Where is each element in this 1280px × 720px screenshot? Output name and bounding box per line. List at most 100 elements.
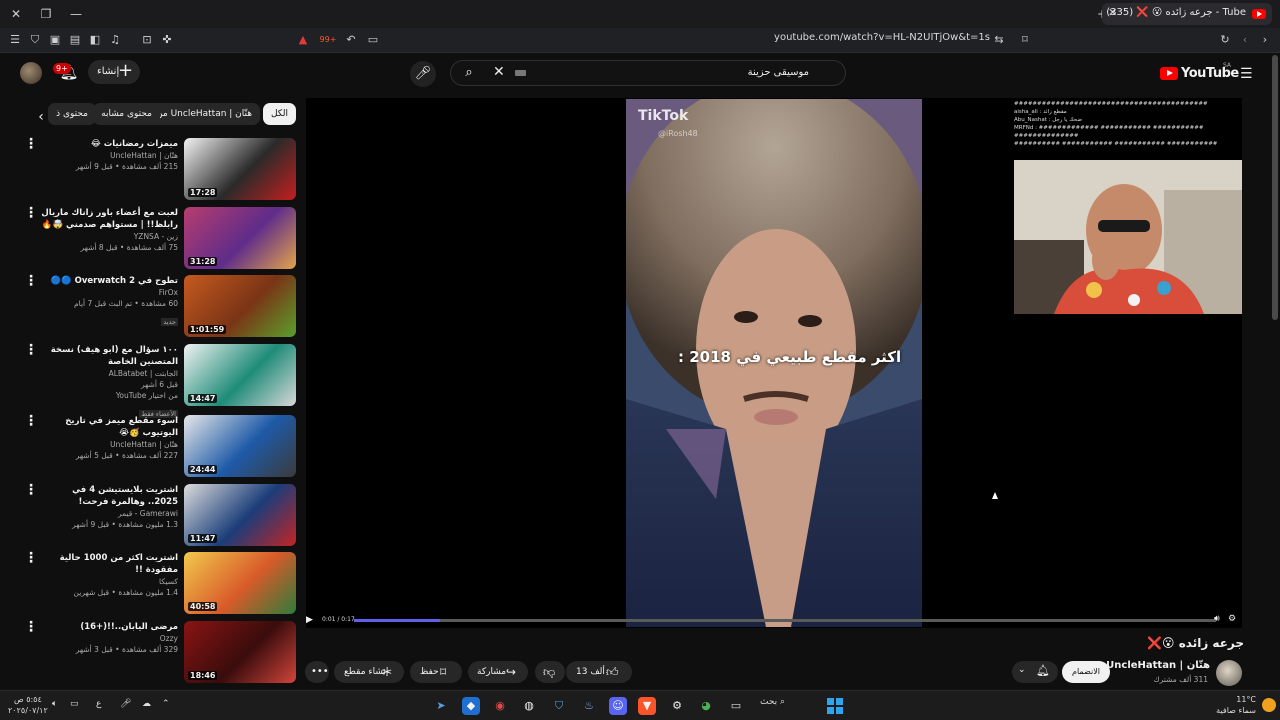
recommendation-item[interactable]: 18:46 ⋮ مرضى اليابان..!!(+16) Ozzy 329 ألف م… <box>24 620 296 683</box>
video-player[interactable]: TikTok @iRosh48 اكثر مقطع طبيعي في 2018 … <box>306 98 1242 628</box>
sidebar-icon[interactable]: ◧ <box>88 33 102 47</box>
recommendation-item[interactable]: 1:01:59 ⋮ تطوح في Overwatch 2 🔵🔵 FirOx 60 مش… <box>24 274 296 337</box>
dislike-button[interactable]: 👎︎ <box>535 661 565 683</box>
video-thumbnail[interactable]: 14:47 <box>184 344 296 406</box>
search-box[interactable]: ⌕ ✕ موسيقى حزينة <box>450 60 846 86</box>
taskbar-search[interactable]: بحث ⌕ <box>760 697 785 707</box>
site-settings-icon[interactable]: ⇆ <box>992 33 1006 47</box>
video-meta: ميمزات رمضانيات 😂 هتّان | UncleHattan 215 … <box>40 138 178 172</box>
app-explorer-icon[interactable]: ▭ <box>727 697 745 715</box>
chip-all[interactable]: الكل <box>262 103 296 125</box>
app-settings-icon[interactable]: ⚙ <box>668 697 686 715</box>
cast-icon[interactable]: ▭ <box>366 33 380 47</box>
voice-search-mic-icon[interactable]: 🎤︎ <box>410 61 436 87</box>
brave-shields-icon[interactable]: 99+ <box>318 33 338 47</box>
chat-line: ########################################… <box>1014 101 1208 107</box>
menu-icon[interactable]: ☰ <box>8 33 22 47</box>
video-meta: اشتريت اكثر من 1000 حالية مفقودة !! كسيكا… <box>40 552 178 598</box>
app-brave-icon[interactable]: ▼ <box>638 697 656 715</box>
reload-icon[interactable]: ↻ <box>1218 33 1232 47</box>
back-icon[interactable]: › <box>1258 33 1272 47</box>
page-scrollbar[interactable] <box>1272 55 1278 320</box>
recommendation-item[interactable]: 24:44 ⋮ اسوء مقطع ميمز في تاريخ اليوتيوب 🥳… <box>24 414 296 477</box>
video-thumbnail[interactable]: 40:58 <box>184 552 296 614</box>
video-thumbnail[interactable]: 1:01:59 <box>184 275 296 337</box>
start-windows-icon[interactable] <box>827 698 843 714</box>
create-button[interactable]: إنشاء + <box>88 60 140 84</box>
wallet-icon[interactable]: ▣ <box>48 33 62 47</box>
chip-more[interactable]: محتوى ذ <box>48 103 96 125</box>
recommendation-item[interactable]: 14:47 ⋮ ١٠٠ سؤال مع (ابو هيف) نسخة المتصني… <box>24 343 296 418</box>
taskbar-clock[interactable]: ٥:٥٤ ص ٢٠٢٥/٠٧/١٢ <box>8 694 48 716</box>
shield-icon[interactable]: ⛉ <box>28 33 42 47</box>
account-avatar[interactable] <box>20 62 42 84</box>
video-thumbnail[interactable]: 18:46 <box>184 621 296 683</box>
play-icon[interactable]: ▶ <box>306 615 313 625</box>
more-vertical-icon[interactable]: ⋮ <box>24 343 38 357</box>
video-thumbnail[interactable]: 17:28 <box>184 138 296 200</box>
guide-menu-icon[interactable]: ☰ <box>1240 66 1253 82</box>
language-indicator[interactable]: ع <box>96 699 101 709</box>
cloud-tray-icon[interactable]: ☁ <box>142 699 151 709</box>
progress-bar[interactable] <box>354 619 1216 622</box>
weather-widget[interactable]: 11°C سماء صافية <box>1216 694 1256 716</box>
volume-tray-icon[interactable]: 🔈︎ <box>52 699 57 709</box>
video-thumbnail[interactable]: 31:28 <box>184 207 296 269</box>
app-obs-icon[interactable]: ◉ <box>491 697 509 715</box>
url-bar[interactable]: youtube.com/watch?v=HL-N2UITjOw&t=1s <box>520 32 990 49</box>
keyboard-icon[interactable] <box>515 70 526 76</box>
bookmark-icon[interactable]: ⌑ <box>1018 33 1032 47</box>
channel-name[interactable]: هتّان | UncleHattan <box>1106 660 1210 671</box>
app-steam-icon[interactable]: ♨ <box>580 697 598 715</box>
join-button[interactable]: الانضمام <box>1062 661 1110 683</box>
recommendation-item[interactable]: 31:28 ⋮ لعبت مع أعضاء باور زاناك ماريال را… <box>24 206 296 269</box>
maximize-window-icon[interactable]: ❐ <box>38 6 54 22</box>
recommendation-item[interactable]: 17:28 ⋮ ميمزات رمضانيات 😂 هتّان | UncleHatt… <box>24 137 296 200</box>
minimize-window-icon[interactable]: — <box>68 6 84 22</box>
chip-related[interactable]: محتوى مشابه <box>93 103 160 125</box>
close-window-icon[interactable]: ✕ <box>8 6 24 22</box>
extensions-icon[interactable]: ✜ <box>160 33 174 47</box>
brave-rewards-icon[interactable]: ▲ <box>296 33 310 47</box>
subscribed-bell-button[interactable]: 🔔︎ ⌄ <box>1012 661 1058 683</box>
recommendation-item[interactable]: 11:47 ⋮ اشتريت بلايستيشن 4 في 2025.. وهالم… <box>24 483 296 546</box>
app-photos-icon[interactable]: ◆ <box>462 697 480 715</box>
browser-tab-active[interactable]: ✕ جرعه زائده 😮 ❌ (335) - Tube <box>1102 3 1272 25</box>
search-icon[interactable]: ⌕ <box>451 61 487 85</box>
app-edge-icon[interactable]: ➤ <box>432 697 450 715</box>
clear-search-icon[interactable]: ✕ <box>493 64 505 80</box>
settings-gear-icon[interactable]: ⚙ <box>1228 614 1236 624</box>
more-vertical-icon[interactable]: ⋮ <box>24 414 38 428</box>
mic-tray-icon[interactable]: 🎤︎ <box>120 699 131 709</box>
channel-avatar[interactable] <box>1216 660 1242 686</box>
more-vertical-icon[interactable]: ⋮ <box>24 137 38 151</box>
save-button[interactable]: ⌑ حفظ <box>410 661 462 683</box>
volume-icon[interactable]: 🔊︎ <box>1214 614 1220 624</box>
like-button[interactable]: 👍︎ 13 ألف <box>566 661 632 683</box>
show-hidden-icons-icon[interactable]: ⌃ <box>162 699 170 709</box>
more-vertical-icon[interactable]: ⋮ <box>24 206 38 220</box>
share-button[interactable]: ↪ مشاركة <box>468 661 528 683</box>
video-thumbnail[interactable]: 11:47 <box>184 484 296 546</box>
more-vertical-icon[interactable]: ⋮ <box>24 483 38 497</box>
music-icon[interactable]: ♫ <box>108 33 122 47</box>
more-vertical-icon[interactable]: ⋮ <box>24 620 38 634</box>
app-obs-studio-icon[interactable]: ◍ <box>520 697 538 715</box>
search-input[interactable]: موسيقى حزينة <box>748 67 809 78</box>
app-chrome-icon[interactable]: ◕ <box>697 697 715 715</box>
network-tray-icon[interactable]: ▭ <box>70 699 79 709</box>
screenshot-icon[interactable]: ⊡ <box>140 33 154 47</box>
chip-from-channel[interactable]: من UncleHattan | هتّان <box>148 103 260 125</box>
recommendation-item[interactable]: 40:58 ⋮ اشتريت اكثر من 1000 حالية مفقودة !… <box>24 551 296 614</box>
app-discord-icon[interactable]: ☺ <box>609 697 627 715</box>
reader-icon[interactable]: ↶ <box>344 33 358 47</box>
video-thumbnail[interactable]: 24:44 <box>184 415 296 477</box>
forward-icon[interactable]: ‹ <box>1238 33 1252 47</box>
more-vertical-icon[interactable]: ⋮ <box>24 551 38 565</box>
more-vertical-icon[interactable]: ⋮ <box>24 274 38 288</box>
tabs-icon[interactable]: ▤ <box>68 33 82 47</box>
more-actions-button[interactable]: ••• <box>305 661 329 683</box>
app-defender-icon[interactable]: ⛉ <box>550 697 568 715</box>
clip-button[interactable]: ✂ إنشاء مقطع <box>334 661 404 683</box>
youtube-logo[interactable]: YouTube SA <box>1160 62 1239 82</box>
